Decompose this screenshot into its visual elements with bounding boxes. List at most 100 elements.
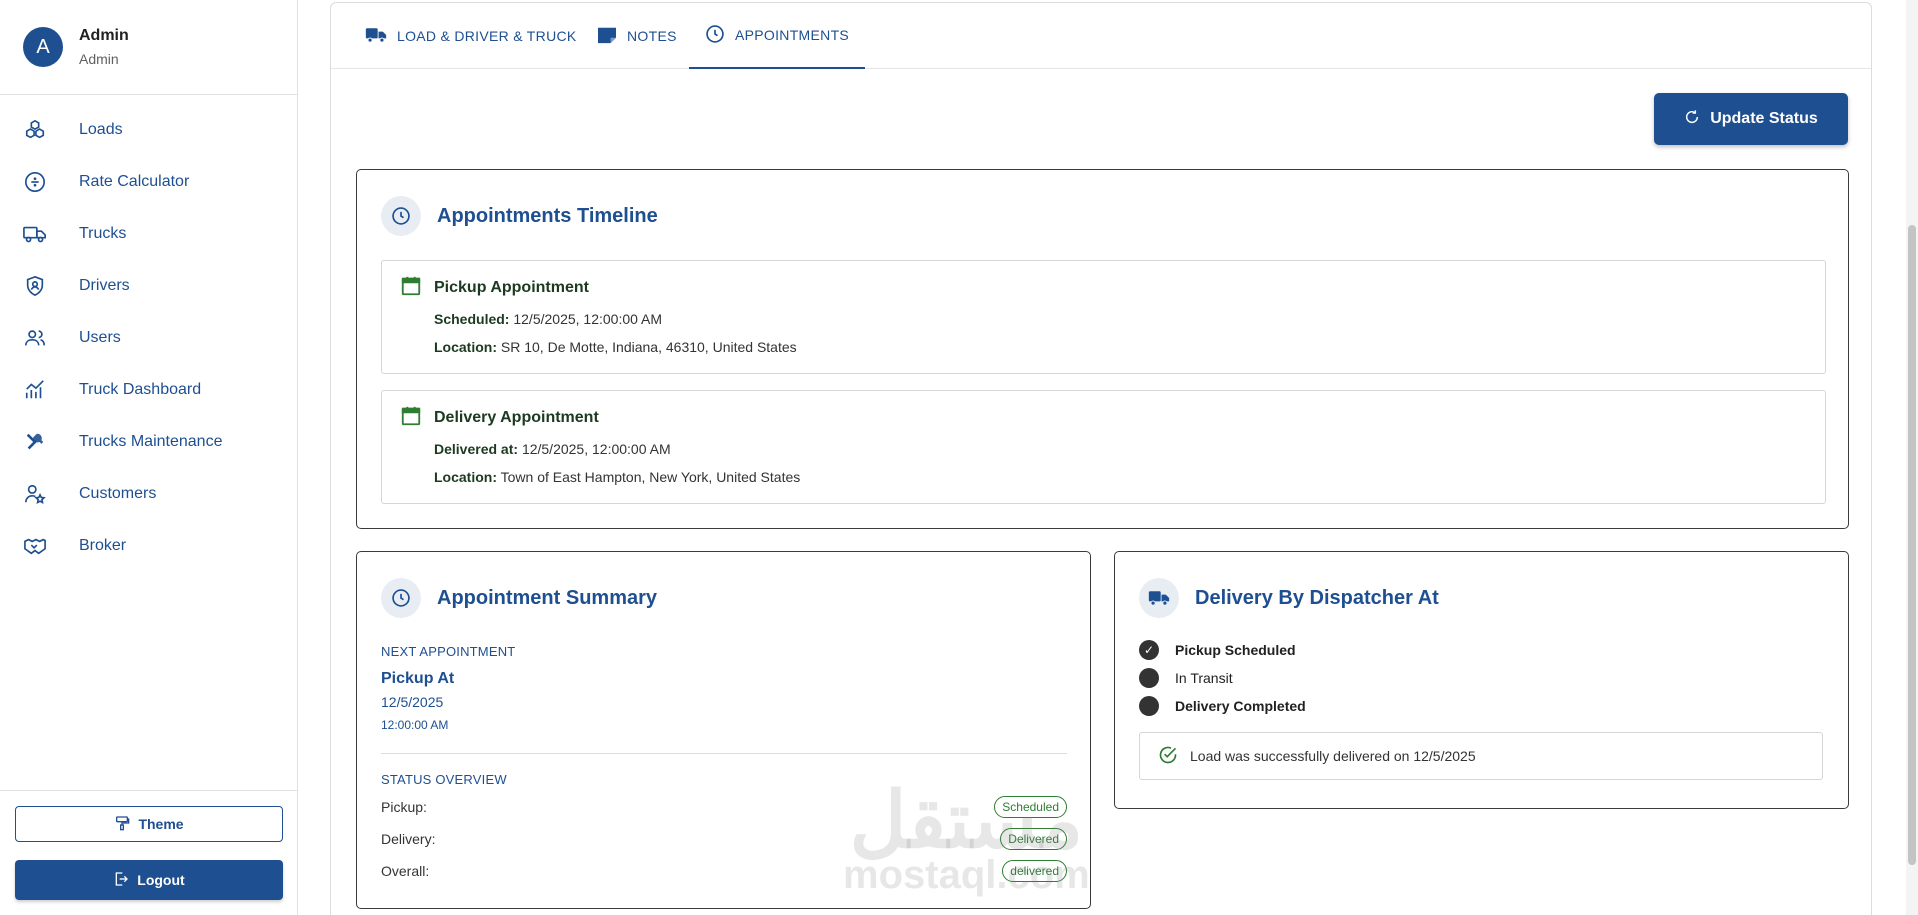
sidebar-footer: Theme Logout: [0, 790, 297, 915]
sidebar-item-broker[interactable]: Broker: [0, 520, 297, 572]
sidebar-item-loads[interactable]: Loads: [0, 104, 297, 156]
truck-icon: [365, 26, 387, 47]
appointments-timeline-panel: Appointments Timeline Pickup Appointment…: [356, 169, 1849, 529]
sidebar-nav: Loads Rate Calculator Trucks Drivers Use…: [0, 104, 297, 572]
next-appointment-title: Pickup At: [381, 670, 455, 687]
step-label: Pickup Scheduled: [1175, 642, 1296, 658]
refresh-icon: [1684, 109, 1700, 130]
logout-button[interactable]: Logout: [15, 860, 283, 900]
next-appointment-date: 12/5/2025: [381, 694, 444, 710]
sidebar-item-trucks[interactable]: Trucks: [0, 208, 297, 260]
note-icon: [597, 26, 617, 47]
watermark-latin: mostaql.com: [843, 853, 1090, 897]
status-row-label: Overall:: [381, 863, 430, 879]
delivery-location-line: Location: Town of East Hampton, New York…: [434, 469, 800, 485]
user-profile: A Admin Admin: [0, 0, 297, 95]
delivery-delivered-line: Delivered at: 12/5/2025, 12:00:00 AM: [434, 441, 671, 457]
cubes-icon: [23, 118, 47, 142]
pickup-location-value: SR 10, De Motte, Indiana, 46310, United …: [500, 339, 797, 355]
calendar-icon: [400, 275, 422, 302]
update-status-label: Update Status: [1710, 110, 1818, 127]
handshake-icon: [23, 534, 47, 558]
sidebar-item-label: Users: [79, 329, 121, 346]
step-label: In Transit: [1175, 670, 1233, 686]
delivery-delivered-label: Delivered at:: [434, 441, 519, 457]
user-name: Admin: [79, 26, 129, 44]
step-pickup-scheduled: ✓ Pickup Scheduled: [1139, 640, 1296, 660]
delivery-appointment-card: Delivery Appointment Delivered at: 12/5/…: [381, 390, 1826, 504]
sidebar-item-customers[interactable]: Customers: [0, 468, 297, 520]
tab-label: LOAD & DRIVER & TRUCK: [397, 28, 577, 44]
page-scrollbar[interactable]: [1906, 0, 1918, 915]
tab-label: APPOINTMENTS: [735, 27, 850, 43]
clock-icon: [381, 578, 421, 618]
tools-icon: [23, 430, 47, 454]
dispatcher-title: Delivery By Dispatcher At: [1195, 586, 1439, 609]
summary-title: Appointment Summary: [437, 586, 658, 609]
tab-appointments[interactable]: APPOINTMENTS: [689, 3, 866, 69]
circle-icon: [1139, 696, 1159, 716]
sidebar-item-label: Trucks: [79, 225, 127, 242]
sidebar-item-users[interactable]: Users: [0, 312, 297, 364]
sidebar-item-label: Customers: [79, 485, 157, 502]
sidebar-item-trucks-maintenance[interactable]: Trucks Maintenance: [0, 416, 297, 468]
pickup-scheduled-label: Scheduled:: [434, 311, 510, 327]
delivery-delivered-value: 12/5/2025, 12:00:00 AM: [521, 441, 671, 457]
user-role: Admin: [79, 50, 119, 67]
theme-button-label: Theme: [138, 816, 184, 832]
tab-load-driver-truck[interactable]: LOAD & DRIVER & TRUCK: [365, 3, 577, 69]
delivery-location-label: Location:: [434, 469, 497, 485]
watermark-arabic: مستقل: [849, 776, 1084, 864]
status-overview-label: STATUS OVERVIEW: [381, 772, 507, 787]
update-status-button[interactable]: Update Status: [1654, 93, 1848, 145]
step-in-transit: In Transit: [1139, 668, 1233, 688]
success-message: Load was successfully delivered on 12/5/…: [1190, 748, 1476, 764]
delivery-success-alert: Load was successfully delivered on 12/5/…: [1139, 732, 1823, 780]
delivery-appointment-title: Delivery Appointment: [434, 409, 599, 426]
sidebar-item-truck-dashboard[interactable]: Truck Dashboard: [0, 364, 297, 416]
logout-button-label: Logout: [137, 872, 185, 888]
timeline-title: Appointments Timeline: [437, 204, 658, 227]
load-detail-card: LOAD & DRIVER & TRUCK NOTES APPOINTMENTS…: [330, 2, 1872, 915]
pickup-scheduled-line: Scheduled: 12/5/2025, 12:00:00 AM: [434, 311, 662, 327]
summary-divider: [381, 753, 1067, 754]
chart-line-icon: [23, 378, 47, 402]
step-delivery-completed: Delivery Completed: [1139, 696, 1306, 716]
delivery-location-value: Town of East Hampton, New York, United S…: [500, 469, 801, 485]
tab-bar: LOAD & DRIVER & TRUCK NOTES APPOINTMENTS: [331, 3, 1871, 69]
clock-icon: [381, 196, 421, 236]
tab-notes[interactable]: NOTES: [597, 3, 677, 69]
paint-brush-icon: [114, 815, 130, 834]
watermark-logo: مستقل mostaql.com: [843, 776, 1090, 897]
circle-icon: [1139, 668, 1159, 688]
truck-icon: [23, 222, 47, 246]
status-row-label: Delivery:: [381, 831, 436, 847]
sidebar-item-label: Loads: [79, 121, 123, 138]
shield-user-icon: [23, 274, 47, 298]
theme-button[interactable]: Theme: [15, 806, 283, 842]
pickup-appointment-card: Pickup Appointment Scheduled: 12/5/2025,…: [381, 260, 1826, 374]
sidebar-item-label: Drivers: [79, 277, 130, 294]
user-star-icon: [23, 482, 47, 506]
logout-icon: [113, 871, 129, 890]
sidebar-item-drivers[interactable]: Drivers: [0, 260, 297, 312]
clock-icon: [705, 24, 725, 47]
step-label: Delivery Completed: [1175, 698, 1306, 714]
next-appointment-label: NEXT APPOINTMENT: [381, 644, 516, 659]
truck-icon: [1139, 578, 1179, 618]
tab-label: NOTES: [627, 28, 677, 44]
sidebar-item-rate-calculator[interactable]: Rate Calculator: [0, 156, 297, 208]
avatar[interactable]: A: [23, 27, 63, 67]
sidebar: A Admin Admin Loads Rate Calculator Truc…: [0, 0, 298, 915]
sidebar-item-label: Broker: [79, 537, 127, 554]
users-icon: [23, 326, 47, 350]
scrollbar-thumb[interactable]: [1908, 225, 1916, 865]
check-circle-icon: [1158, 745, 1178, 768]
sidebar-item-label: Truck Dashboard: [79, 381, 202, 398]
pickup-appointment-title: Pickup Appointment: [434, 279, 589, 296]
pickup-location-label: Location:: [434, 339, 497, 355]
next-appointment-time: 12:00:00 AM: [381, 718, 449, 732]
sidebar-item-label: Rate Calculator: [79, 173, 190, 190]
calendar-icon: [400, 405, 422, 432]
dispatcher-delivery-panel: Delivery By Dispatcher At ✓ Pickup Sched…: [1114, 551, 1849, 809]
